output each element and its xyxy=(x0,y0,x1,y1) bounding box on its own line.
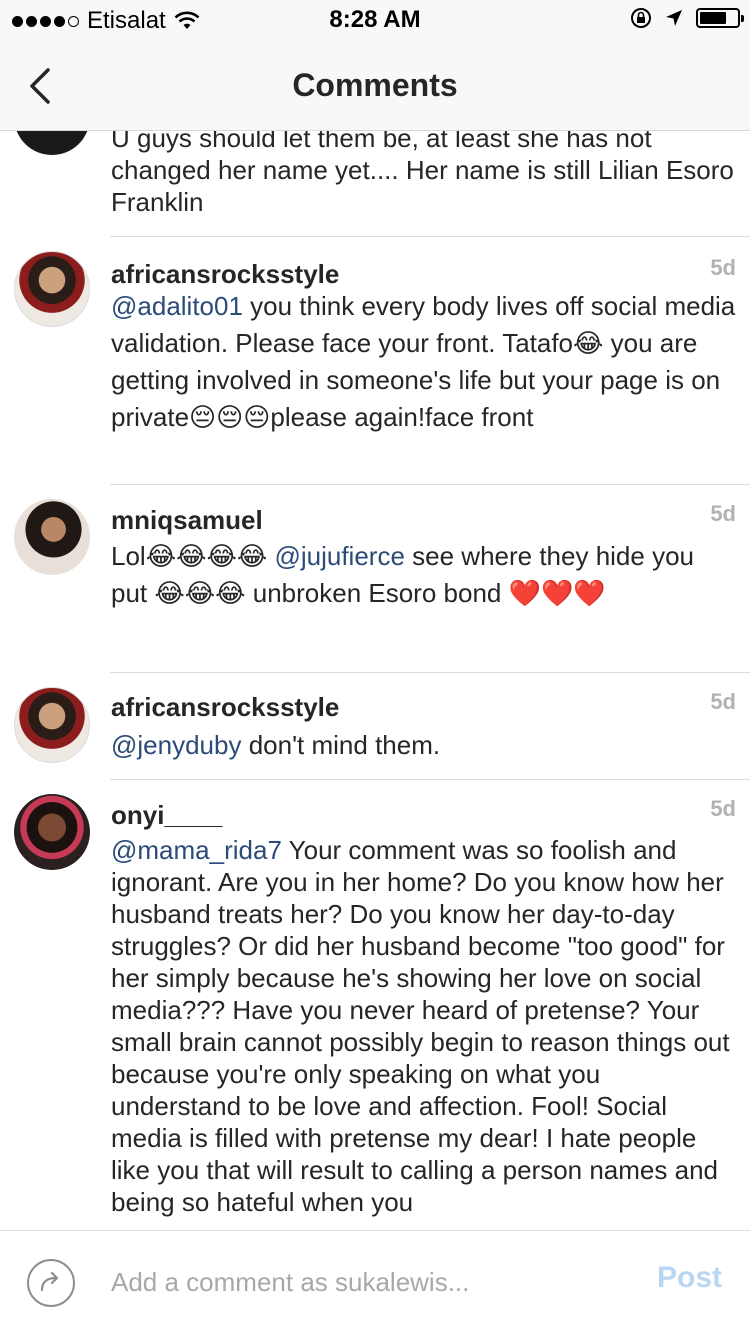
comment-item: onyi____ 5d @mama_rida7 Your comment was… xyxy=(0,780,750,1230)
comment-item: mniqsamuel 5d Lol😂😂😂😂 @jujufierce see wh… xyxy=(0,485,750,673)
comment-text: U guys should let them be, at least she … xyxy=(111,131,734,217)
emoji: 😂😂😂😂 xyxy=(145,541,268,571)
comment-username[interactable]: onyi____ xyxy=(111,800,222,831)
share-arrow-icon[interactable] xyxy=(26,1258,76,1308)
avatar[interactable] xyxy=(14,131,90,155)
mention-link[interactable]: @jujufierce xyxy=(274,541,404,571)
comment-username[interactable]: africansrocksstyle xyxy=(111,692,339,723)
comment-age: 5d xyxy=(710,689,736,714)
battery-icon xyxy=(696,8,744,28)
status-bar: Etisalat 8:28 AM xyxy=(0,0,750,40)
mention-link[interactable]: @jenyduby xyxy=(111,730,241,760)
comment-age: 5d xyxy=(710,501,736,526)
mention-link[interactable]: @adalito01 xyxy=(111,291,243,321)
comment-item: africansrocksstyle 5d @adalito01 you thi… xyxy=(0,237,750,485)
emoji: 😂 xyxy=(573,328,604,358)
avatar[interactable] xyxy=(14,499,90,575)
page-title: Comments xyxy=(292,67,458,103)
comment-item: U guys should let them be, at least she … xyxy=(0,131,750,237)
avatar[interactable] xyxy=(14,794,90,870)
emoji: 😔😔😔 xyxy=(189,402,271,432)
emoji: 😂😂😂 xyxy=(154,578,246,608)
mention-link[interactable]: @mama_rida7 xyxy=(111,835,282,865)
avatar[interactable] xyxy=(14,687,90,763)
comment-text: @mama_rida7 Your comment was so foolish … xyxy=(111,835,730,1217)
comment-text: Lol😂😂😂😂 @jujufierce see where they hide … xyxy=(111,541,694,608)
comment-age: 5d xyxy=(710,796,736,821)
avatar[interactable] xyxy=(14,251,90,327)
rotation-lock-icon xyxy=(631,8,651,28)
emoji: ❤️❤️❤️ xyxy=(508,578,606,608)
comment-input[interactable] xyxy=(111,1261,611,1303)
comment-list[interactable]: U guys should let them be, at least she … xyxy=(0,131,750,1230)
comment-username[interactable]: mniqsamuel xyxy=(111,505,263,536)
comment-composer: Post xyxy=(0,1230,750,1335)
location-arrow-icon xyxy=(666,10,682,26)
comment-item: africansrocksstyle 5d @jenyduby don't mi… xyxy=(0,673,750,780)
post-button[interactable]: Post xyxy=(657,1261,722,1295)
navigation-bar: Comments xyxy=(0,40,750,131)
comment-text: @adalito01 you think every body lives of… xyxy=(111,291,736,432)
comment-username[interactable]: africansrocksstyle xyxy=(111,259,339,290)
comment-text: @jenyduby don't mind them. xyxy=(111,730,441,760)
comment-age: 5d xyxy=(710,255,736,280)
